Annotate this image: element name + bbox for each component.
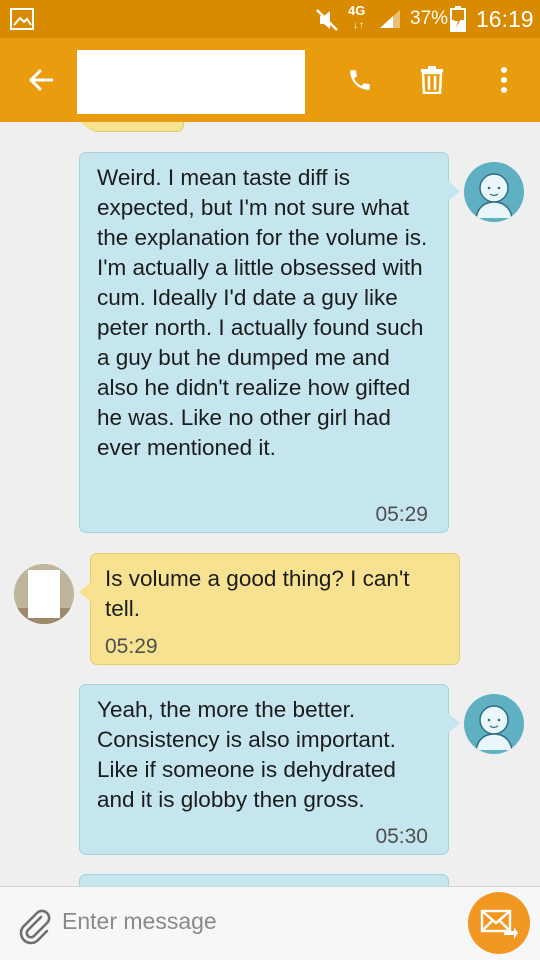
message-bubble-outgoing[interactable]: Yeah, the more the better. Consistency i…: [79, 684, 460, 855]
call-button[interactable]: [340, 60, 380, 100]
default-person-icon: [465, 163, 523, 221]
message-timestamp: 05:29: [105, 635, 158, 658]
message-text: Yeah, the more the better. Consistency i…: [97, 697, 396, 812]
paperclip-icon: [19, 909, 51, 945]
message-bubble-incoming[interactable]: Is volume a good thing? I can't tell. 05…: [79, 553, 460, 665]
conversation-thread[interactable]: Weird. I mean taste diff is expected, bu…: [0, 122, 540, 886]
status-bar: 4G ↓↑ 37% 16:19: [0, 0, 540, 38]
message-input[interactable]: [62, 899, 452, 943]
attach-button[interactable]: [14, 905, 54, 945]
self-avatar[interactable]: [464, 162, 524, 222]
message-text: Is volume a good thing? I can't tell.: [105, 566, 410, 621]
message-bubble-outgoing[interactable]: Weird. I mean taste diff is expected, bu…: [79, 152, 460, 533]
message-bubble-outgoing-partial[interactable]: [79, 874, 449, 886]
status-clock: 16:19: [476, 6, 534, 32]
message-timestamp: 05:29: [375, 503, 428, 526]
signal-strength-icon: [380, 10, 400, 28]
app-bar: [0, 38, 540, 122]
message-text: Weird. I mean taste diff is expected, bu…: [97, 165, 428, 460]
delete-button[interactable]: [412, 60, 452, 100]
mute-icon: [316, 9, 338, 31]
phone-icon: [350, 70, 370, 90]
gallery-notification-icon: [10, 8, 34, 30]
default-person-icon: [465, 695, 523, 753]
more-vertical-icon: [501, 67, 507, 93]
message-timestamp: 05:30: [375, 825, 428, 848]
more-options-button[interactable]: [484, 60, 524, 100]
message-bubble-incoming-partial[interactable]: [79, 122, 184, 132]
network-activity-arrows: ↓↑: [353, 20, 365, 31]
self-avatar[interactable]: [464, 694, 524, 754]
send-button[interactable]: [468, 892, 530, 954]
send-envelope-icon: [480, 909, 518, 939]
trash-icon: [421, 66, 443, 94]
contact-photo-icon: [14, 564, 74, 624]
contact-name-redacted[interactable]: [77, 50, 305, 114]
network-type-label: 4G: [348, 3, 366, 18]
back-button[interactable]: [22, 60, 62, 100]
message-composer: [0, 886, 540, 960]
contact-avatar-redacted[interactable]: [14, 564, 74, 624]
battery-percentage: 37%: [410, 8, 449, 29]
back-arrow-icon: [28, 68, 53, 92]
battery-charging-icon: [450, 6, 466, 32]
